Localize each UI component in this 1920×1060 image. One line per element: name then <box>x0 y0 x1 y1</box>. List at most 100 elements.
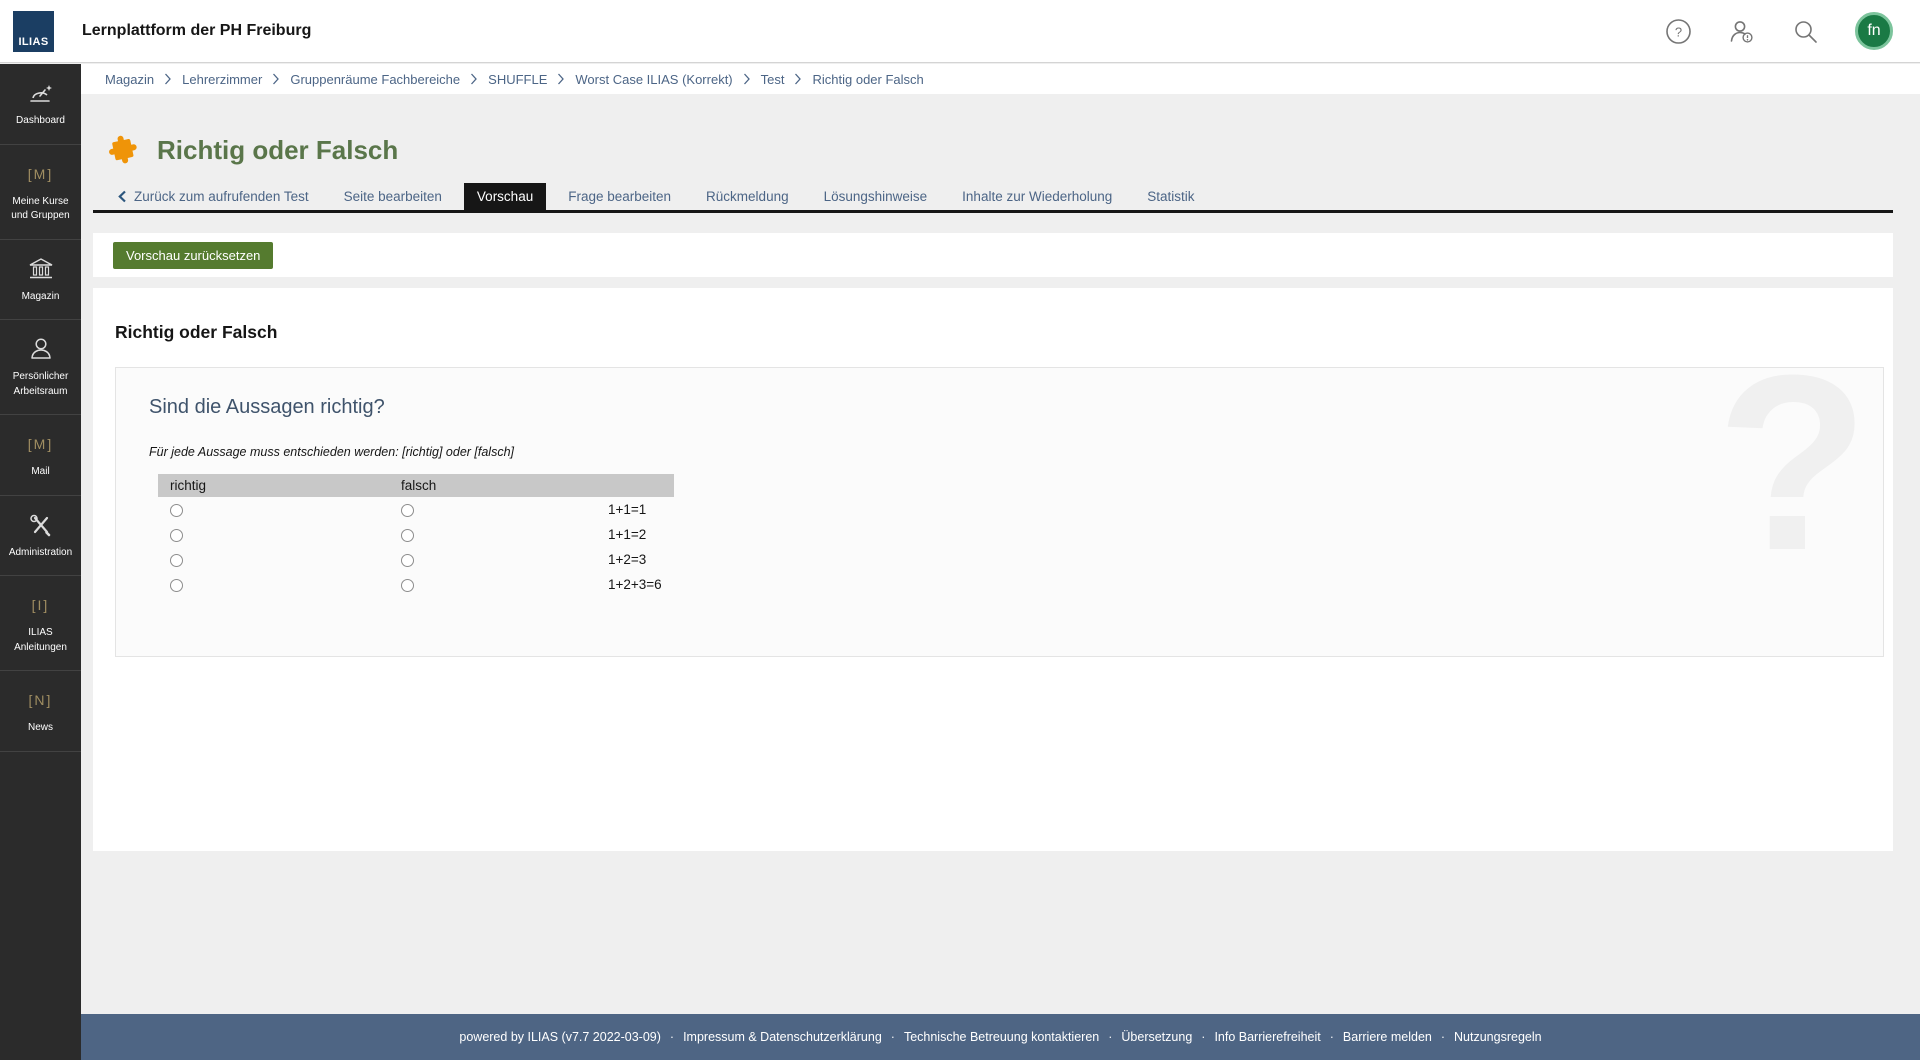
column-header-statement <box>596 474 674 497</box>
dashboard-icon <box>27 79 55 107</box>
back-chevron-icon <box>118 190 126 203</box>
sidebar-item-administration[interactable]: Administration <box>0 496 81 577</box>
chevron-separator-icon <box>794 73 802 85</box>
chevron-separator-icon <box>743 73 751 85</box>
main-area: Magazin Lehrerzimmer Gruppenräume Fachbe… <box>81 64 1920 1060</box>
breadcrumb-item[interactable]: Magazin <box>105 72 154 87</box>
answer-table: richtig falsch 1+1=1 <box>158 474 674 597</box>
sidebar-item-meine-kurse[interactable]: [M] Meine Kurse und Gruppen <box>0 145 81 240</box>
help-icon[interactable]: ? <box>1665 18 1692 45</box>
sidebar-item-news[interactable]: [N] News <box>0 671 81 752</box>
page-content: Richtig oder Falsch Zurück zum aufrufend… <box>93 94 1893 851</box>
footer-link-barriere-melden[interactable]: Barriere melden <box>1343 1030 1432 1044</box>
main-sidebar: Dashboard [M] Meine Kurse und Gruppen Ma… <box>0 64 81 1060</box>
chevron-separator-icon <box>470 73 478 85</box>
footer-separator: · <box>1201 1030 1205 1044</box>
sidebar-item-label: Mail <box>31 465 49 480</box>
table-row: 1+1=1 <box>158 497 674 522</box>
tab-zurueck-zum-test[interactable]: Zurück zum aufrufenden Test <box>105 183 322 210</box>
radio-richtig-row2[interactable] <box>170 529 183 542</box>
question-instruction: Für jede Aussage muss entschieden werden… <box>149 445 1883 459</box>
radio-falsch-row3[interactable] <box>401 554 414 567</box>
page-title: Richtig oder Falsch <box>157 135 398 166</box>
statement-text: 1+2+3=6 <box>596 572 674 597</box>
radio-falsch-row2[interactable] <box>401 529 414 542</box>
sidebar-item-anleitungen[interactable]: [I] ILIAS Anleitungen <box>0 576 81 671</box>
table-row: 1+2=3 <box>158 547 674 572</box>
table-row: 1+2+3=6 <box>158 572 674 597</box>
repository-icon <box>27 255 55 283</box>
sidebar-item-magazin[interactable]: Magazin <box>0 240 81 321</box>
news-placeholder-icon: [N] <box>29 686 53 714</box>
sidebar-item-label: Administration <box>9 546 72 561</box>
radio-richtig-row1[interactable] <box>170 504 183 517</box>
content-panel: Richtig oder Falsch ? Sind die Aussagen … <box>93 288 1893 851</box>
column-header-falsch: falsch <box>389 474 596 497</box>
courses-placeholder-icon: [M] <box>28 160 53 188</box>
question-card: ? Sind die Aussagen richtig? Für jede Au… <box>115 367 1884 657</box>
chevron-separator-icon <box>272 73 280 85</box>
tab-seite-bearbeiten[interactable]: Seite bearbeiten <box>331 183 455 210</box>
footer-separator: · <box>670 1030 674 1044</box>
tab-loesungshinweise[interactable]: Lösungshinweise <box>811 183 941 210</box>
chevron-separator-icon <box>164 73 172 85</box>
chevron-separator-icon <box>557 73 565 85</box>
who-is-online-icon[interactable] <box>1728 18 1756 45</box>
radio-falsch-row1[interactable] <box>401 504 414 517</box>
ilias-logo[interactable]: ILIAS <box>13 11 54 52</box>
breadcrumb-item[interactable]: Gruppenräume Fachbereiche <box>290 72 460 87</box>
statement-text: 1+1=1 <box>596 497 674 522</box>
breadcrumb-item[interactable]: Worst Case ILIAS (Korrekt) <box>575 72 732 87</box>
sidebar-item-label: ILIAS Anleitungen <box>3 626 78 655</box>
tab-rueckmeldung[interactable]: Rückmeldung <box>693 183 802 210</box>
radio-richtig-row3[interactable] <box>170 554 183 567</box>
footer: powered by ILIAS (v7.7 2022-03-09) · Imp… <box>81 1014 1920 1060</box>
sidebar-item-label: News <box>28 721 53 736</box>
tab-vorschau[interactable]: Vorschau <box>464 183 546 210</box>
breadcrumb: Magazin Lehrerzimmer Gruppenräume Fachbe… <box>81 64 1920 94</box>
search-icon[interactable] <box>1792 18 1819 45</box>
column-header-richtig: richtig <box>158 474 389 497</box>
svg-text:?: ? <box>1675 24 1682 39</box>
breadcrumb-item[interactable]: Lehrerzimmer <box>182 72 262 87</box>
top-header-bar: ILIAS Lernplattform der PH Freiburg ? fn <box>0 0 1920 63</box>
footer-separator: · <box>1108 1030 1112 1044</box>
footer-link-barrierefreiheit[interactable]: Info Barrierefreiheit <box>1214 1030 1320 1044</box>
sidebar-item-mail[interactable]: [M] Mail <box>0 415 81 496</box>
radio-falsch-row4[interactable] <box>401 579 414 592</box>
sidebar-item-dashboard[interactable]: Dashboard <box>0 64 81 145</box>
reset-preview-button[interactable]: Vorschau zurücksetzen <box>113 242 273 269</box>
tab-bar: Zurück zum aufrufenden Test Seite bearbe… <box>93 183 1893 213</box>
ilias-logo-text: ILIAS <box>18 36 48 48</box>
footer-link-uebersetzung[interactable]: Übersetzung <box>1121 1030 1192 1044</box>
header-actions: ? fn <box>1665 12 1893 50</box>
statement-text: 1+2=3 <box>596 547 674 572</box>
radio-richtig-row4[interactable] <box>170 579 183 592</box>
toolbar: Vorschau zurücksetzen <box>93 233 1893 277</box>
sidebar-item-arbeitsraum[interactable]: Persönlicher Arbeitsraum <box>0 320 81 415</box>
table-header-row: richtig falsch <box>158 474 674 497</box>
personal-workspace-icon <box>27 335 55 363</box>
table-row: 1+1=2 <box>158 522 674 547</box>
footer-link-betreuung[interactable]: Technische Betreuung kontaktieren <box>904 1030 1099 1044</box>
sidebar-item-label: Dashboard <box>16 114 65 129</box>
user-avatar[interactable]: fn <box>1855 12 1893 50</box>
footer-link-impressum[interactable]: Impressum & Datenschutzerklärung <box>683 1030 882 1044</box>
tab-inhalte-wiederholung[interactable]: Inhalte zur Wiederholung <box>949 183 1125 210</box>
footer-link-nutzungsregeln[interactable]: Nutzungsregeln <box>1454 1030 1542 1044</box>
statement-text: 1+1=2 <box>596 522 674 547</box>
puzzle-icon <box>103 130 143 170</box>
question-title: Sind die Aussagen richtig? <box>149 396 1883 419</box>
breadcrumb-item-current[interactable]: Richtig oder Falsch <box>812 72 923 87</box>
breadcrumb-item[interactable]: Test <box>761 72 785 87</box>
platform-title: Lernplattform der PH Freiburg <box>82 22 311 40</box>
sidebar-item-label: Magazin <box>22 290 60 305</box>
footer-separator: · <box>1441 1030 1445 1044</box>
powered-by-link[interactable]: powered by ILIAS (v7.7 2022-03-09) <box>459 1030 661 1044</box>
question-section-heading: Richtig oder Falsch <box>93 288 1893 343</box>
tab-frage-bearbeiten[interactable]: Frage bearbeiten <box>555 183 684 210</box>
breadcrumb-item[interactable]: SHUFFLE <box>488 72 547 87</box>
tab-statistik[interactable]: Statistik <box>1134 183 1207 210</box>
mail-placeholder-icon: [M] <box>28 430 53 458</box>
sidebar-item-label: Meine Kurse und Gruppen <box>3 195 78 224</box>
